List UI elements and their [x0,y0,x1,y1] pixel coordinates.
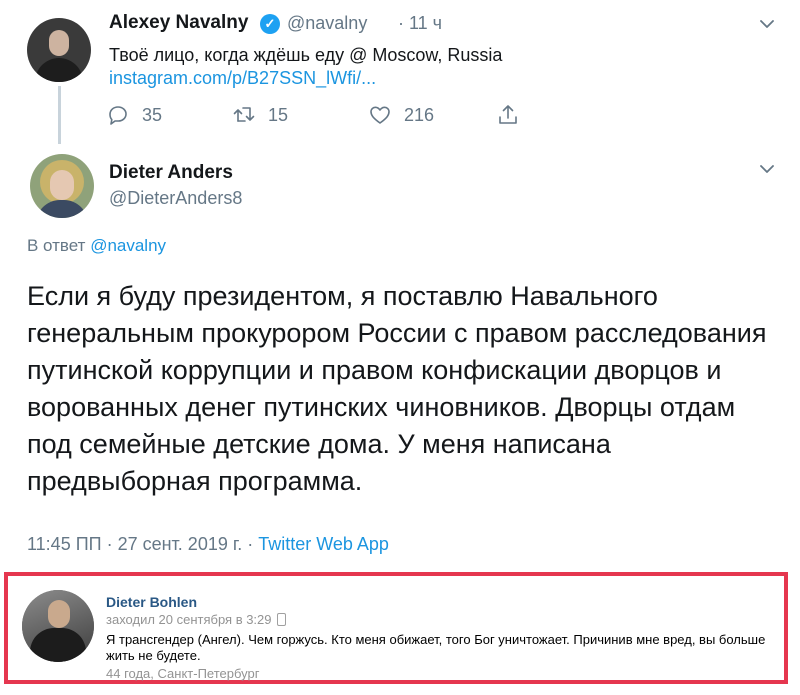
retweet-button[interactable]: 15 [232,102,288,128]
share-icon [499,105,517,124]
reply-count: 35 [142,104,163,125]
tweet-time[interactable]: · 11 ч [398,13,442,34]
profile-name[interactable]: Dieter Bohlen [106,594,197,610]
reply-handle-link[interactable]: @navalny [90,236,166,255]
author-handle[interactable]: @navalny [287,13,367,34]
profile-status-text: Я трансгендер (Ангел). Чем горжусь. Кто … [106,632,766,663]
avatar[interactable] [30,154,94,218]
reply-button[interactable]: 35 [106,102,162,128]
profile-age-location: 44 года, Санкт-Петербург [106,666,260,681]
like-button[interactable]: 216 [368,102,434,128]
tweet-timestamp[interactable]: 11:45 ПП · 27 сент. 2019 г. · [27,534,258,554]
verified-badge-icon: ✓ [260,14,280,34]
tweet-client-link[interactable]: Twitter Web App [258,534,389,554]
author-name[interactable]: Alexey Navalny [109,12,248,34]
tweet-text: Если я буду президентом, я поставлю Нава… [27,281,767,496]
heart-icon [370,106,390,124]
last-seen-text: заходил 20 сентября в 3:29 [106,612,272,627]
author-name[interactable]: Dieter Anders [109,162,233,184]
thread-line [58,86,61,144]
retweet-count: 15 [268,104,289,125]
chevron-down-icon[interactable] [758,160,776,178]
avatar[interactable] [27,18,91,82]
highlighted-profile-card: Dieter Bohlen заходил 20 сентября в 3:29… [4,572,788,684]
avatar[interactable] [22,590,94,662]
tweet-text: Твоё лицо, когда ждёшь еду @ Moscow, Rus… [109,45,503,65]
retweet-icon [233,107,255,122]
chevron-down-icon[interactable] [758,15,776,33]
online-status: заходил 20 сентября в 3:29 [106,612,286,627]
tweet-link[interactable]: instagram.com/p/B27SSN_lWfi/... [109,68,376,89]
reply-icon [109,106,127,125]
like-count: 216 [404,104,435,125]
reply-prefix: В ответ [27,236,86,255]
mobile-phone-icon [276,613,286,626]
tweet-meta: 11:45 ПП · 27 сент. 2019 г. · Twitter We… [27,534,389,555]
reply-to: В ответ @navalny [27,236,166,256]
share-button[interactable] [496,102,532,128]
author-handle[interactable]: @DieterAnders8 [109,188,242,209]
